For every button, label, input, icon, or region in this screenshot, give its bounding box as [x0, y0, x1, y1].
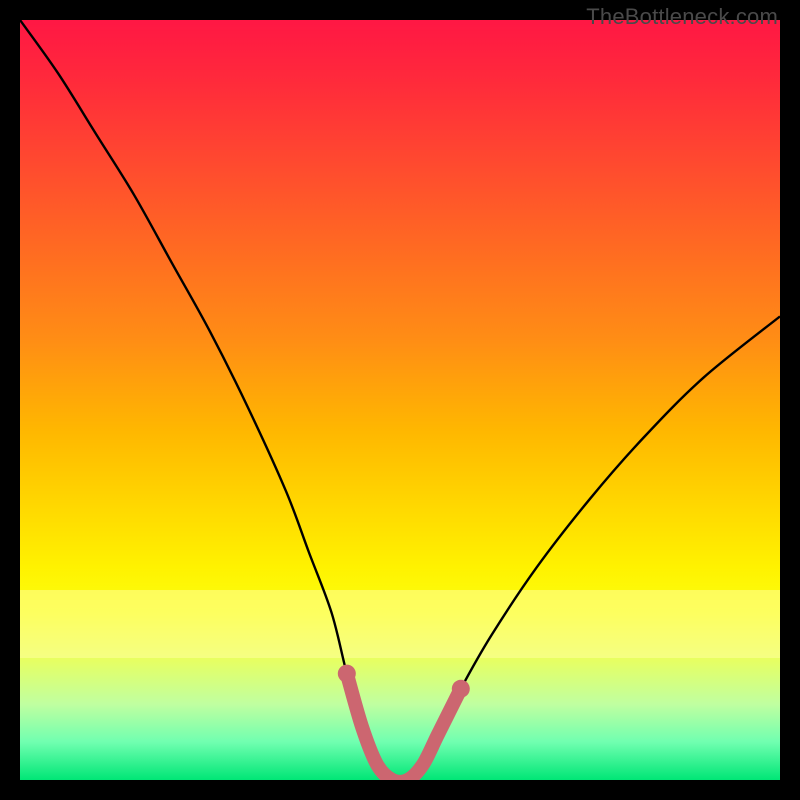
highlight-segment — [347, 674, 461, 780]
bottleneck-curve — [20, 20, 780, 780]
watermark-text: TheBottleneck.com — [586, 4, 778, 30]
highlight-dot-right — [452, 680, 470, 698]
plot-frame — [20, 20, 780, 780]
curve-layer — [20, 20, 780, 780]
highlight-dot-left — [338, 665, 356, 683]
